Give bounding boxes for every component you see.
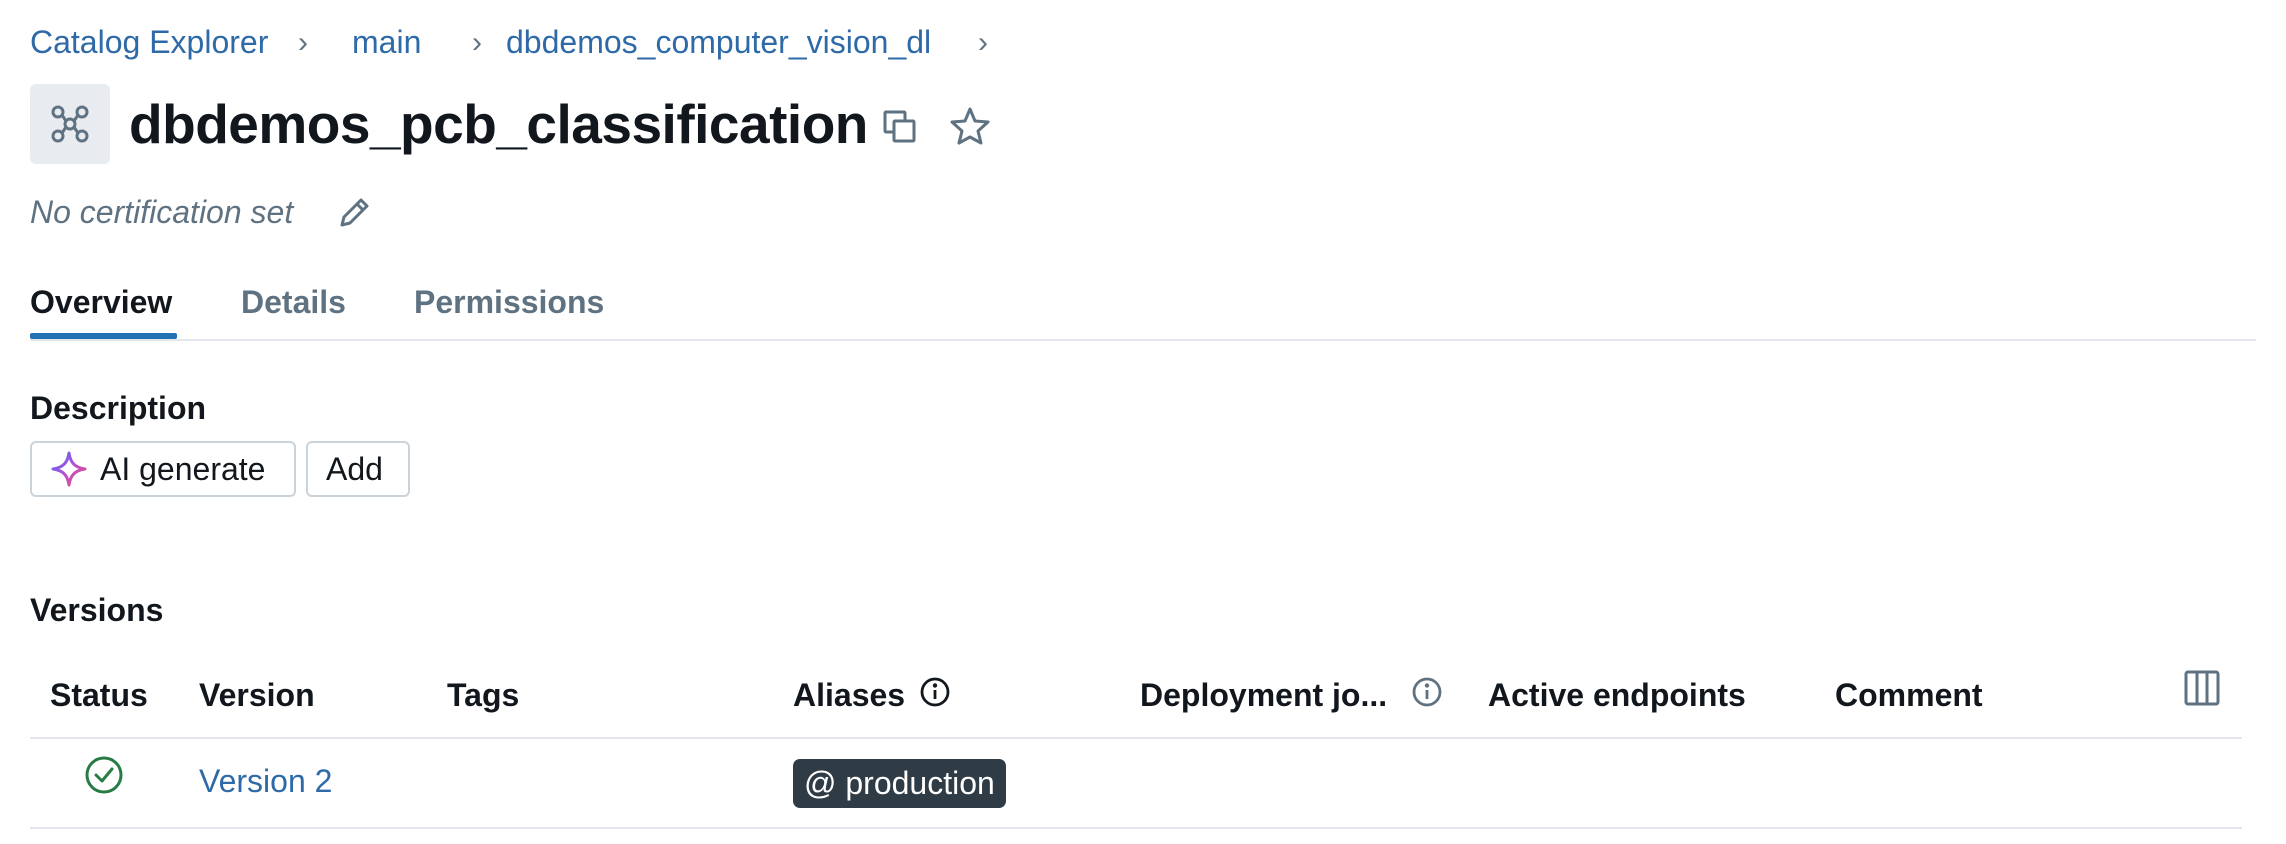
active-tab-indicator	[30, 333, 177, 339]
tabs-divider	[30, 339, 2256, 341]
column-header-tags[interactable]: Tags	[447, 677, 519, 714]
table-header-divider	[30, 737, 2242, 739]
column-header-deployment-job[interactable]: Deployment jo...	[1140, 677, 1387, 714]
copy-icon[interactable]	[880, 107, 920, 147]
column-header-active-endpoints[interactable]: Active endpoints	[1488, 677, 1746, 714]
certification-status: No certification set	[30, 194, 294, 230]
add-description-button[interactable]: Add	[306, 441, 410, 497]
status-ready-icon	[83, 754, 125, 796]
breadcrumb-schema[interactable]: dbdemos_computer_vision_dl	[506, 24, 931, 61]
model-icon	[30, 84, 110, 164]
deployment-job-info-icon[interactable]	[1410, 675, 1444, 709]
breadcrumb-separator: ›	[978, 26, 988, 59]
ai-generate-label: AI generate	[100, 450, 266, 487]
breadcrumb-main[interactable]: main	[352, 24, 421, 61]
alias-badge: @ production	[793, 759, 1006, 808]
tab-details[interactable]: Details	[241, 284, 346, 321]
version-link[interactable]: Version 2	[199, 763, 332, 800]
star-icon[interactable]	[949, 105, 991, 147]
column-header-status[interactable]: Status	[50, 677, 148, 714]
pencil-icon[interactable]	[334, 193, 374, 233]
table-row-divider	[30, 827, 2242, 829]
sparkle-icon	[50, 450, 88, 488]
aliases-info-icon[interactable]	[918, 675, 952, 709]
versions-heading: Versions	[30, 592, 164, 628]
ai-generate-button[interactable]: AI generate	[30, 441, 296, 497]
breadcrumb-separator: ›	[298, 26, 308, 59]
page-title: dbdemos_pcb_classification	[129, 93, 868, 155]
column-header-aliases[interactable]: Aliases	[793, 677, 905, 714]
breadcrumb-catalog-explorer[interactable]: Catalog Explorer	[30, 24, 268, 61]
tab-overview[interactable]: Overview	[30, 284, 172, 321]
column-header-comment[interactable]: Comment	[1835, 677, 1983, 714]
column-header-version[interactable]: Version	[199, 677, 315, 714]
description-heading: Description	[30, 390, 207, 426]
column-settings-icon[interactable]	[2182, 668, 2222, 708]
tab-permissions[interactable]: Permissions	[414, 284, 604, 321]
breadcrumb-separator: ›	[472, 26, 482, 59]
